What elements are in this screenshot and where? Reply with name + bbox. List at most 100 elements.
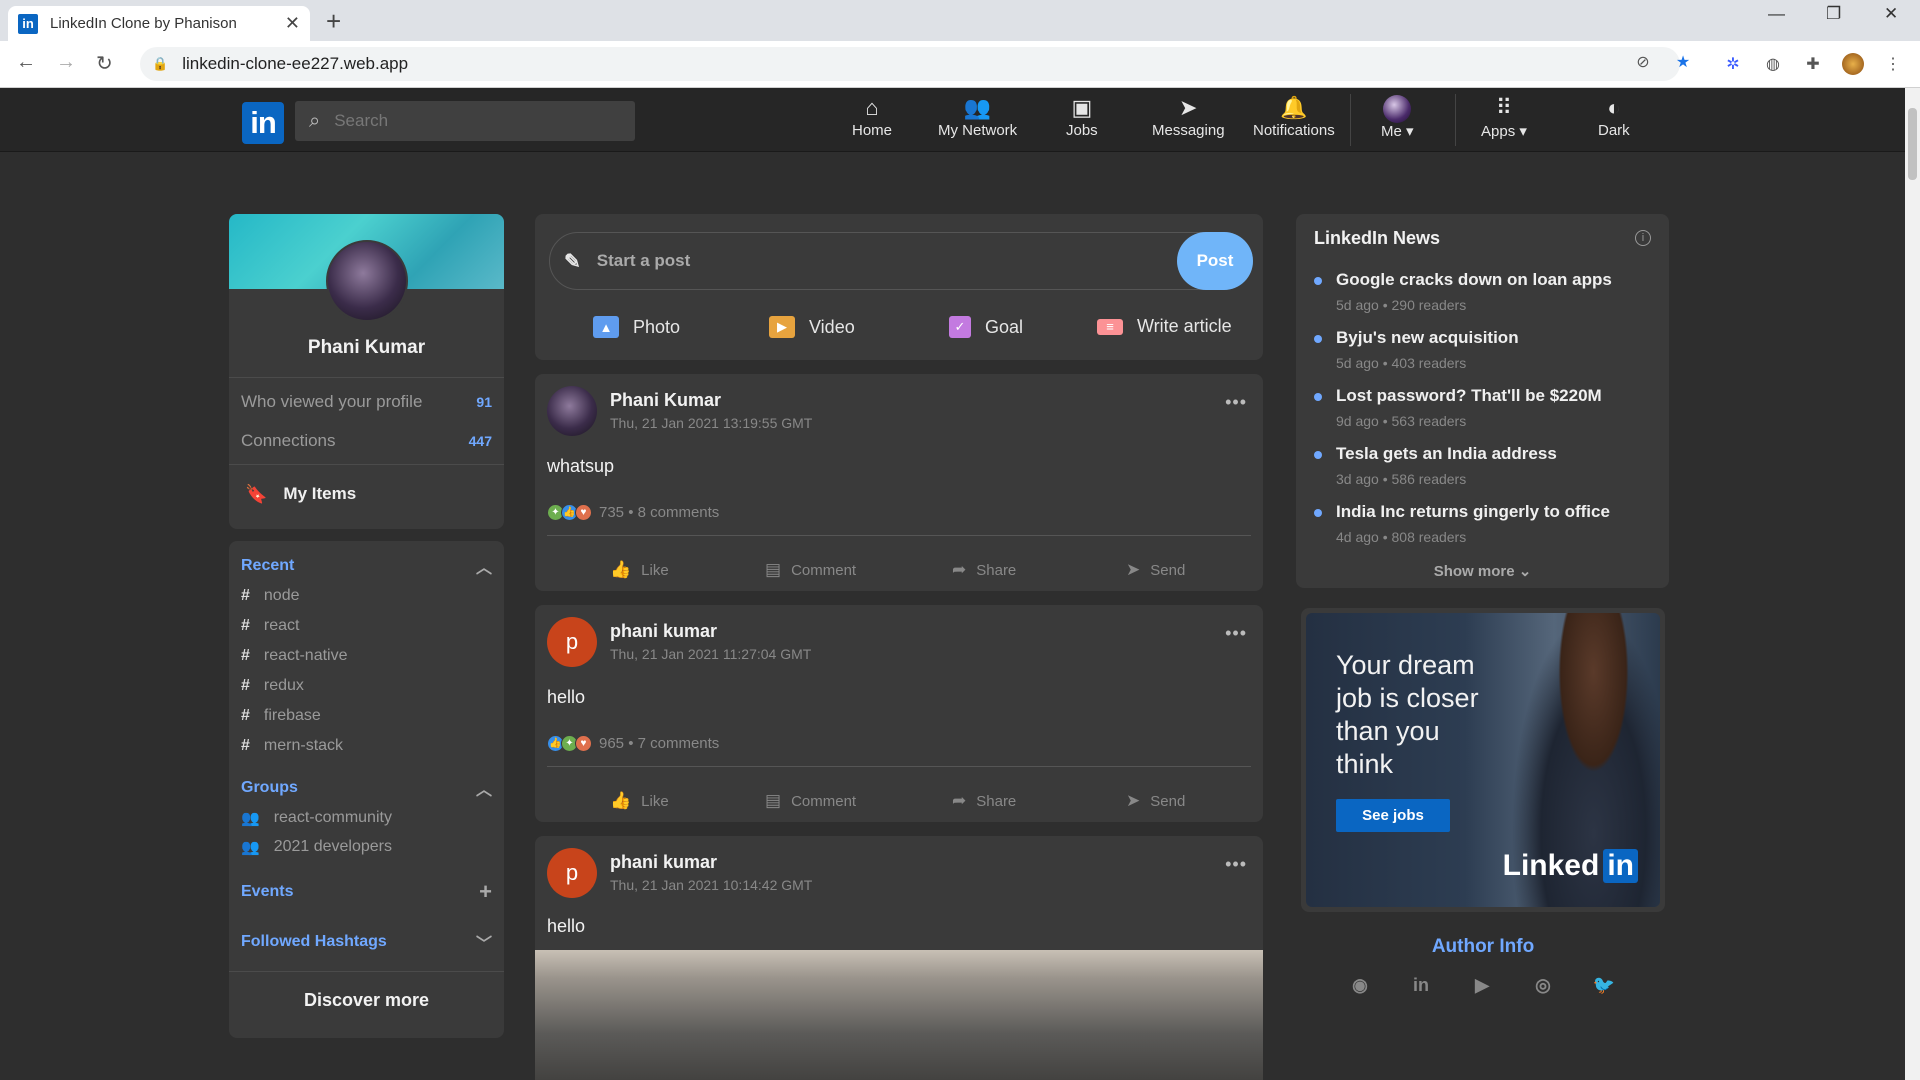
job-ad[interactable]: Your dream job is closer than you think … [1301,608,1665,912]
bullet-icon [1314,277,1322,285]
search-icon: ⌕ [309,109,321,132]
page-scrollbar[interactable] [1905,88,1920,1080]
post-reactions[interactable]: 👍 ✦ ♥ 965 • 7 comments [547,735,719,752]
group-item[interactable]: 👥 2021 developers [229,832,504,861]
linkedin-icon[interactable]: in [1406,970,1436,1000]
like-button[interactable]: 👍 Like [610,560,669,580]
send-button[interactable]: ➤ Send [1126,791,1185,811]
share-icon: ➦ [952,791,967,810]
comment-button[interactable]: ▤ Comment [765,791,856,811]
nav-me[interactable]: Me ▾ [1381,94,1414,140]
profile-avatar[interactable] [326,240,408,322]
eye-slash-icon[interactable]: ⊘ [1632,51,1654,73]
browser-tab-bar: in LinkedIn Clone by Phanison ✕ + — ❐ ✕ [0,0,1920,41]
plus-icon[interactable]: + [479,879,492,905]
nav-dark-toggle[interactable]: ◐ Dark [1598,94,1630,139]
more-options-icon[interactable]: ••• [1225,392,1247,413]
nav-jobs[interactable]: ▣ Jobs [1066,94,1098,139]
photo-option[interactable]: ▲ Photo [593,316,680,338]
share-button[interactable]: ➦ Share [952,791,1016,811]
recent-tag[interactable]: # node [229,581,504,611]
video-icon: ▶ [769,316,795,338]
extensions-puzzle-icon[interactable]: ✚ [1802,53,1824,75]
video-option[interactable]: ▶ Video [769,316,855,338]
nav-apps[interactable]: ⠿ Apps ▾ [1481,94,1527,140]
search-input[interactable] [334,111,585,131]
nav-messaging[interactable]: ➤ Messaging [1152,94,1225,139]
info-icon[interactable]: i [1635,230,1651,246]
more-options-icon[interactable]: ••• [1225,623,1247,644]
write-article-option[interactable]: ≡ Write article [1097,316,1232,337]
events-header[interactable]: Events + [229,877,504,907]
send-button[interactable]: ➤ Send [1126,560,1185,580]
like-button[interactable]: 👍 Like [610,791,669,811]
tag-label: react-native [263,647,348,664]
divider [547,535,1251,536]
group-item[interactable]: 👥 react-community [229,803,504,832]
news-meta: 5d ago • 290 readers [1336,297,1467,313]
my-items-link[interactable]: 🔖 My Items [229,465,504,523]
minimize-icon[interactable]: — [1768,4,1785,24]
post-author-avatar[interactable]: p [547,848,597,898]
connections-row[interactable]: Connections 447 [229,421,504,460]
scrollbar-thumb[interactable] [1908,108,1917,180]
chevron-up-icon[interactable]: ︿ [476,554,492,578]
followed-hashtags-header[interactable]: Followed Hashtags ﹀ [229,927,504,957]
extension-globe-icon[interactable]: ◍ [1762,53,1784,75]
post-author-name[interactable]: phani kumar [610,621,717,642]
pencil-icon: ✎ [564,250,581,273]
recent-tag[interactable]: # redux [229,671,504,701]
discover-more-link[interactable]: Discover more [229,972,504,1028]
reload-icon[interactable]: ↻ [96,51,113,76]
post-button[interactable]: Post [1177,232,1253,290]
browser-profile-avatar[interactable] [1842,53,1864,75]
close-tab-icon[interactable]: ✕ [285,13,300,34]
restore-icon[interactable]: ❐ [1826,4,1841,24]
groups-header[interactable]: Groups ︿ [229,773,504,803]
share-button[interactable]: ➦ Share [952,560,1016,580]
browser-tab[interactable]: in LinkedIn Clone by Phanison ✕ [8,6,310,41]
see-jobs-button[interactable]: See jobs [1336,799,1450,832]
post-author-name[interactable]: phani kumar [610,852,717,873]
goal-option[interactable]: ✓ Goal [949,316,1023,338]
window-close-icon[interactable]: ✕ [1884,4,1898,24]
nav-my-network[interactable]: 👥 My Network [938,94,1017,139]
recent-tag[interactable]: # react [229,611,504,641]
recent-tag[interactable]: # firebase [229,701,504,731]
post-author-avatar[interactable]: p [547,617,597,667]
nav-notifications[interactable]: 🔔 Notifications [1253,94,1335,139]
show-more-button[interactable]: Show more ⌄ [1296,562,1669,580]
me-avatar [1383,95,1412,124]
more-options-icon[interactable]: ••• [1225,854,1247,875]
recent-tag[interactable]: # mern-stack [229,731,504,761]
comment-button[interactable]: ▤ Comment [765,560,856,580]
back-icon[interactable]: ← [16,51,36,74]
search-box[interactable]: ⌕ [295,101,635,141]
post-author-avatar[interactable] [547,386,597,436]
github-icon[interactable]: ◉ [1345,970,1375,1000]
who-viewed-row[interactable]: Who viewed your profile 91 [229,382,504,421]
recent-header[interactable]: Recent ︿ [229,551,504,581]
post-image[interactable] [535,950,1263,1080]
start-post-input[interactable]: ✎ Start a post [549,232,1253,290]
instagram-icon[interactable]: ◎ [1528,970,1558,1000]
action-label: Send [1150,792,1186,810]
linkedin-logo[interactable]: in [242,102,284,144]
twitter-icon[interactable]: 🐦 [1589,970,1619,1000]
post-author-name[interactable]: Phani Kumar [610,390,721,411]
chevron-up-icon[interactable]: ︿ [476,776,492,800]
chevron-down-icon[interactable]: ﹀ [476,930,492,954]
divider [547,766,1251,767]
bookmark-star-icon[interactable]: ★ [1672,51,1694,73]
recent-tag[interactable]: # react-native [229,641,504,671]
forward-icon[interactable]: → [56,51,76,74]
browser-menu-icon[interactable]: ⋮ [1882,53,1904,75]
news-headline: Lost password? That'll be $220M [1336,386,1602,405]
address-bar[interactable]: 🔒 linkedin-clone-ee227.web.app [140,47,1680,81]
post-reactions[interactable]: ✦ 👍 ♥ 735 • 8 comments [547,504,719,521]
youtube-icon[interactable]: ▶ [1467,970,1497,1000]
profile-name[interactable]: Phani Kumar [229,337,504,359]
nav-home[interactable]: ⌂ Home [852,94,892,139]
extension-snowflake-icon[interactable]: ✲ [1722,53,1744,75]
new-tab-button[interactable]: + [326,6,341,36]
